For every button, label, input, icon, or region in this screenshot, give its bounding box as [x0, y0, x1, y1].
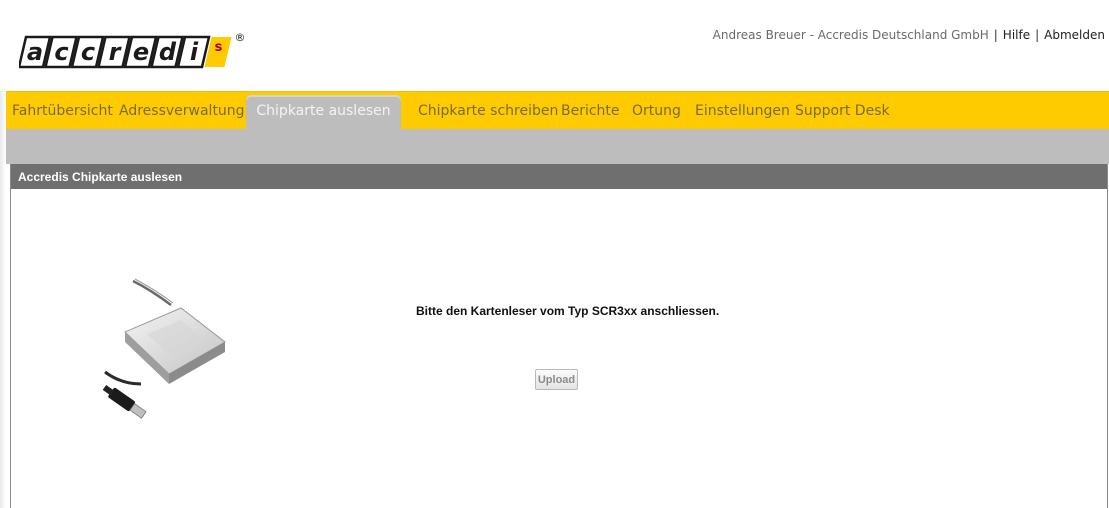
read-card-panel: Accredis Chipkarte auslesen Bitte den Ka… — [10, 164, 1108, 508]
logo-letter: i — [190, 38, 199, 66]
logo-letter: a — [27, 38, 43, 66]
user-name: Andreas Breuer - Accredis Deutschland Gm… — [712, 28, 989, 42]
tab-chipkarte-auslesen[interactable]: Chipkarte auslesen — [246, 95, 401, 132]
instruction-message: Bitte den Kartenleser vom Typ SCR3xx ans… — [416, 304, 720, 318]
accredis-logo[interactable]: a c c r e d i s ® — [19, 27, 249, 69]
separator: | — [1035, 28, 1040, 42]
registered-mark: ® — [235, 31, 246, 44]
logo-letter: c — [81, 38, 95, 66]
logo-letter: d — [159, 38, 177, 66]
tab-adressverwaltung[interactable]: Adressverwaltung — [119, 92, 245, 130]
tab-einstellungen[interactable]: Einstellungen — [695, 92, 790, 130]
tab-chipkarte-schreiben[interactable]: Chipkarte schreiben — [418, 92, 558, 130]
panel-title: Accredis Chipkarte auslesen — [11, 164, 1107, 189]
sub-navigation-bar — [6, 129, 1109, 164]
logout-link[interactable]: Abmelden — [1044, 28, 1105, 42]
logo-letter: c — [54, 38, 68, 66]
card-reader-image — [85, 272, 235, 420]
tab-ortung[interactable]: Ortung — [632, 92, 681, 130]
help-link[interactable]: Hilfe — [1003, 28, 1030, 42]
logo-badge-letter: s — [215, 40, 223, 55]
tab-support-desk[interactable]: Support Desk — [795, 92, 890, 130]
separator: | — [993, 28, 998, 42]
upload-button[interactable]: Upload — [535, 369, 578, 390]
logo-letter: e — [133, 38, 149, 66]
main-navigation: Fahrtübersicht Adressverwaltung Chipkart… — [6, 91, 1109, 132]
user-bar: Andreas Breuer - Accredis Deutschland Gm… — [713, 28, 1105, 42]
tab-fahrtuebersicht[interactable]: Fahrtübersicht — [12, 92, 113, 130]
tab-berichte[interactable]: Berichte — [561, 92, 620, 130]
